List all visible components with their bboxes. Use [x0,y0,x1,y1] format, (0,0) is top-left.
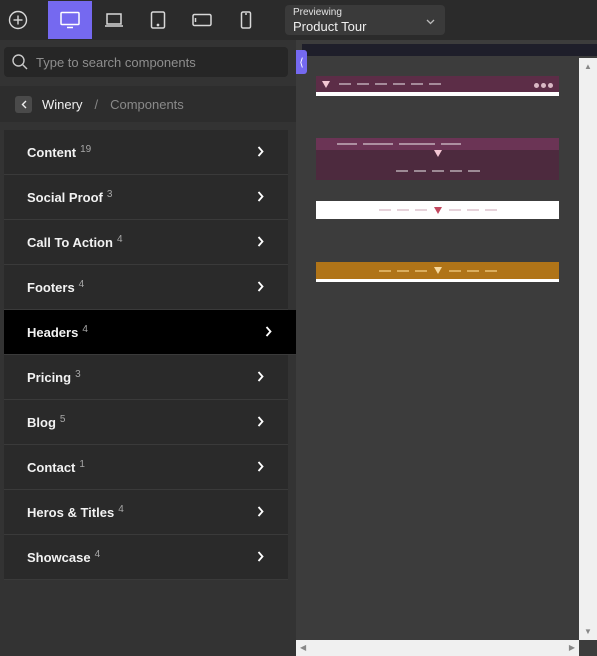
scroll-left-icon[interactable]: ◀ [300,643,306,652]
logo-icon [433,206,442,214]
scroll-down-icon[interactable]: ▼ [584,627,592,636]
mobile-icon[interactable] [224,1,268,39]
tablet-landscape-icon[interactable] [180,1,224,39]
category-social-proof[interactable]: Social Proof 3 [4,175,288,220]
chevron-right-icon [257,461,264,472]
chevron-left-icon: ⟨ [299,56,304,69]
components-panel: Winery / Components Content 19 Social Pr… [0,40,296,656]
breadcrumb-sub: Components [110,96,184,112]
category-showcase[interactable]: Showcase 4 [4,535,288,580]
category-heros-titles[interactable]: Heros & Titles 4 [4,490,288,535]
category-label: Showcase [27,549,91,565]
category-label: Contact [27,459,76,475]
chevron-right-icon [265,326,272,337]
header-thumbnail-3[interactable] [316,201,559,219]
category-headers[interactable]: Headers 4 [4,310,296,355]
search-icon [12,54,28,70]
desktop-icon[interactable] [48,1,92,39]
logo-icon [433,149,442,157]
header-thumbnail-1[interactable] [316,76,559,96]
vertical-scrollbar[interactable]: ▲ ▼ [579,58,597,640]
previewing-label: Previewing [293,7,342,18]
category-count: 4 [82,323,88,335]
category-call-to-action[interactable]: Call To Action 4 [4,220,288,265]
header-thumbnail-4[interactable] [316,262,559,282]
add-icon[interactable] [0,1,36,39]
tablet-icon[interactable] [136,1,180,39]
horizontal-scrollbar[interactable]: ◀ ▶ [296,640,579,656]
category-count: 4 [118,503,124,515]
category-pricing[interactable]: Pricing 3 [4,355,288,400]
category-label: Headers [27,324,79,340]
search-box[interactable] [4,47,288,77]
breadcrumb-current[interactable]: Winery [42,97,82,112]
top-toolbar: Previewing Product Tour [0,0,597,40]
category-count: 4 [116,233,123,245]
chevron-down-icon [426,19,435,25]
category-count: 3 [75,368,81,380]
category-label: Content [27,144,77,160]
chevron-right-icon [257,236,264,247]
category-count: 19 [80,143,92,155]
category-count: 3 [106,188,113,200]
breadcrumb-separator: / [94,96,99,112]
category-count: 5 [59,413,66,425]
category-label: Heros & Titles [27,504,115,520]
category-blog[interactable]: Blog 5 [4,400,288,445]
laptop-icon[interactable] [92,1,136,39]
preview-pane: ⟨ ▲ ▼ ◀ ▶ [296,40,597,656]
category-contact[interactable]: Contact 1 [4,445,288,490]
chevron-right-icon [257,506,264,517]
breadcrumb: Winery / Components [0,86,296,122]
header-thumbnail-2[interactable] [316,138,559,180]
category-footers[interactable]: Footers 4 [4,265,288,310]
chevron-right-icon [257,416,264,427]
chevron-right-icon [257,371,264,382]
category-list: Content 19 Social Proof 3 Call To Action… [4,130,296,580]
nav-links [336,75,444,93]
category-content[interactable]: Content 19 [4,130,288,175]
scroll-right-icon[interactable]: ▶ [569,643,575,652]
chevron-right-icon [257,191,264,202]
chevron-left-icon [21,100,26,108]
category-count: 4 [94,548,101,560]
category-label: Call To Action [27,234,113,250]
social-icons [532,75,553,93]
collapse-panel-button[interactable]: ⟨ [296,50,307,74]
category-count: 4 [78,278,85,290]
previewing-value: Product Tour [293,19,367,34]
category-label: Social Proof [27,189,103,205]
chevron-right-icon [257,551,264,562]
category-label: Footers [27,279,75,295]
logo-icon [433,267,442,274]
search-input[interactable] [36,54,276,70]
logo-icon [322,80,330,88]
chevron-right-icon [257,146,264,157]
back-button[interactable] [15,95,32,113]
chevron-right-icon [257,281,264,292]
scroll-up-icon[interactable]: ▲ [584,62,592,71]
category-label: Pricing [27,369,72,385]
category-label: Blog [27,414,56,430]
previewing-select[interactable]: Previewing Product Tour [285,5,445,35]
preview-top-bar [302,44,597,56]
category-count: 1 [79,458,85,470]
